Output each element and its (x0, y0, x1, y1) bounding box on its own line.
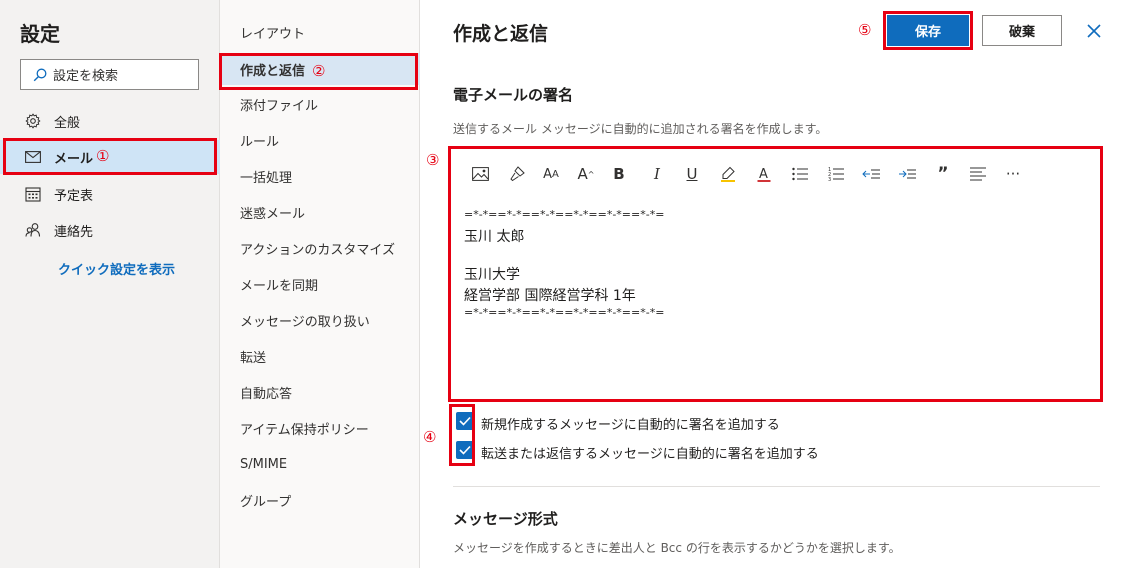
signature-section-description: 送信するメール メッセージに自動的に追加される署名を作成します。 (453, 122, 828, 136)
bullets-icon[interactable] (788, 162, 812, 186)
sidebar-item-mail[interactable]: メール (0, 140, 220, 174)
auto-signature-reply-label: 転送または返信するメッセージに自動的に署名を追加する (481, 447, 819, 462)
subnav-item-sync-email[interactable]: メールを同期 (220, 268, 420, 300)
save-button[interactable]: 保存 (887, 15, 969, 46)
search-icon (33, 68, 47, 81)
gear-icon (24, 112, 42, 130)
highlight-icon[interactable] (716, 162, 740, 186)
svg-text:A: A (759, 167, 768, 182)
quote-icon[interactable]: ” (931, 162, 955, 186)
signature-editor[interactable] (452, 150, 1100, 398)
subnav-item-customize-actions[interactable]: アクションのカスタマイズ (220, 232, 420, 264)
auto-signature-reply-checkbox[interactable] (456, 441, 474, 459)
format-painter-icon[interactable] (505, 162, 529, 186)
numbering-icon[interactable]: 123 (824, 162, 848, 186)
subnav-item-automatic-replies[interactable]: 自動応答 (220, 376, 420, 408)
underline-icon[interactable]: U (680, 162, 704, 186)
people-icon (24, 221, 42, 239)
annotation-number-4: ④ (423, 428, 437, 446)
auto-signature-new-checkbox[interactable] (456, 412, 474, 430)
annotation-number-1: ① (96, 147, 110, 165)
format-section-title: メッセージ形式 (453, 510, 558, 528)
search-placeholder: 設定を検索 (53, 69, 119, 84)
signature-line: 玉川大学 (464, 267, 520, 283)
subnav-item-sweep[interactable]: 一括処理 (220, 160, 420, 192)
calendar-icon (24, 185, 42, 203)
checkmark-icon (459, 445, 471, 455)
insert-picture-icon[interactable] (468, 162, 492, 186)
font-color-icon[interactable]: A (752, 162, 776, 186)
sidebar-item-calendar[interactable]: 予定表 (0, 177, 220, 211)
signature-line: =*-*==*-*==*-*==*-*==*-*==*-*= (464, 306, 665, 319)
subnav-item-layout[interactable]: レイアウト (220, 16, 420, 48)
subnav-item-retention-policies[interactable]: アイテム保持ポリシー (220, 412, 420, 444)
sidebar-item-label: メール (54, 151, 94, 167)
mail-icon (24, 148, 42, 166)
quick-settings-link[interactable]: クイック設定を表示 (58, 259, 175, 278)
page-title: 作成と返信 (453, 23, 549, 45)
sidebar-item-label: 全般 (54, 115, 81, 131)
decrease-indent-icon[interactable] (859, 162, 883, 186)
settings-sidebar: 設定 設定を検索 全般 メール 予定表 連絡先 クイック設定を表示 (0, 0, 220, 568)
signature-line: 玉川 太郎 (464, 229, 525, 245)
sidebar-item-label: 連絡先 (54, 224, 94, 240)
settings-search-input[interactable]: 設定を検索 (20, 59, 199, 90)
subnav-item-forwarding[interactable]: 転送 (220, 340, 420, 372)
sidebar-item-people[interactable]: 連絡先 (0, 213, 220, 247)
section-divider (453, 486, 1100, 487)
font-size-icon[interactable]: A ^ (574, 162, 598, 186)
annotation-number-2: ② (312, 62, 326, 80)
annotation-number-5: ⑤ (858, 21, 872, 39)
signature-line: 経営学部 国際経営学科 1年 (464, 288, 636, 304)
signature-line: =*-*==*-*==*-*==*-*==*-*==*-*= (464, 208, 665, 221)
auto-signature-new-label: 新規作成するメッセージに自動的に署名を追加する (481, 418, 780, 433)
sidebar-item-label: 予定表 (54, 188, 94, 204)
discard-button[interactable]: 破棄 (982, 15, 1062, 46)
increase-indent-icon[interactable] (895, 162, 919, 186)
checkmark-icon (459, 416, 471, 426)
align-icon[interactable] (966, 162, 990, 186)
subnav-item-smime[interactable]: S/MIME (220, 448, 420, 480)
format-section-description: メッセージを作成するときに差出人と Bcc の行を表示するかどうかを選択します。 (453, 541, 901, 555)
subnav-item-junk-email[interactable]: 迷惑メール (220, 196, 420, 228)
subnav-item-attachments[interactable]: 添付ファイル (220, 88, 420, 120)
annotation-number-3: ③ (426, 151, 440, 169)
font-icon[interactable]: AA (539, 162, 563, 186)
subnav-item-groups[interactable]: グループ (220, 484, 420, 516)
italic-icon[interactable]: I (645, 162, 669, 186)
signature-section-title: 電子メールの署名 (453, 86, 574, 104)
more-options-icon[interactable]: ··· (1001, 162, 1025, 186)
sidebar-item-general[interactable]: 全般 (0, 104, 220, 138)
bold-icon[interactable]: B (607, 162, 631, 186)
settings-title: 設定 (20, 22, 60, 46)
subnav-item-message-handling[interactable]: メッセージの取り扱い (220, 304, 420, 336)
settings-main-panel: 作成と返信 ⑤ 保存 破棄 電子メールの署名 送信するメール メッセージに自動的… (420, 0, 1132, 568)
subnav-item-rules[interactable]: ルール (220, 124, 420, 156)
svg-text:3: 3 (828, 177, 831, 181)
close-icon[interactable] (1085, 22, 1103, 40)
mail-subnav: レイアウト 作成と返信 添付ファイル ルール 一括処理 迷惑メール アクションの… (220, 0, 420, 568)
